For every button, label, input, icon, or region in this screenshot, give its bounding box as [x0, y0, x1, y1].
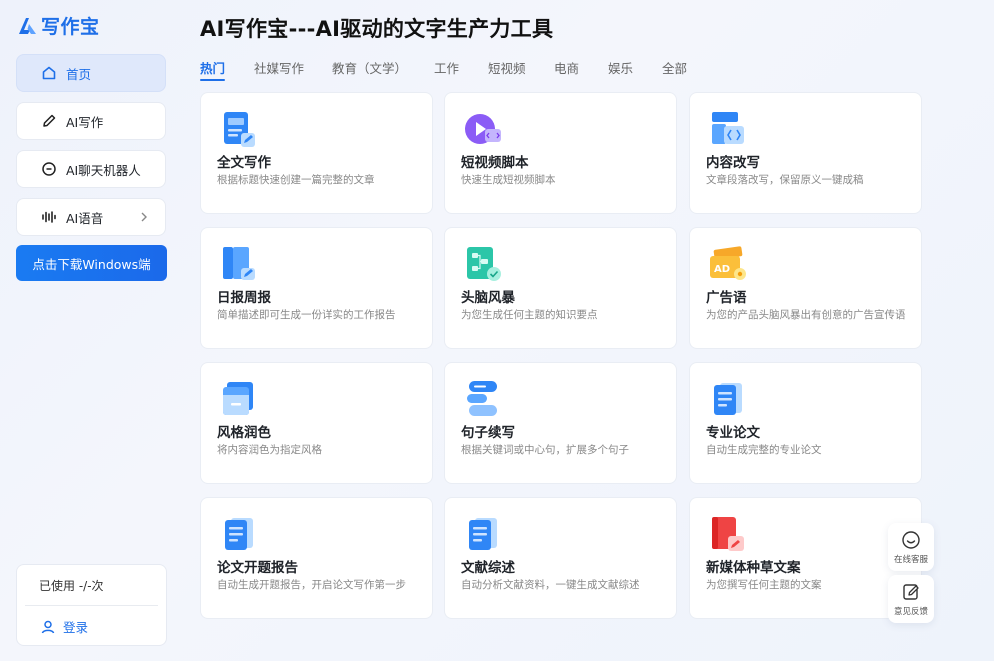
sidebar-item-label: 首页 — [66, 66, 92, 82]
customer-service-icon — [902, 530, 920, 549]
tool-card-daily-weekly-report[interactable]: 日报周报 简单描述即可生成一份详实的工作报告 — [200, 227, 433, 349]
sidebar: 写作宝 首页 AI写作 AI聊天机器人 AI语音 点击下载Windows端 已使… — [0, 0, 184, 661]
card-title: 短视频脚本 — [461, 155, 529, 171]
download-windows-button[interactable]: 点击下载Windows端 — [16, 245, 167, 281]
card-title: 日报周报 — [217, 290, 271, 306]
tool-card-literature-review[interactable]: 文献综述 自动分析文献资料，一键生成文献综述 — [444, 497, 677, 619]
sidebar-item-ai-writing[interactable]: AI写作 — [16, 102, 166, 140]
proposal-document-icon — [225, 518, 253, 550]
card-title: 内容改写 — [706, 155, 760, 171]
sidebar-item-label: AI写作 — [66, 114, 104, 130]
tool-card-full-article[interactable]: 全文写作 根据标题快速创建一篇完整的文章 — [200, 92, 433, 214]
sidebar-item-ai-chatbot[interactable]: AI聊天机器人 — [16, 150, 166, 188]
tab-social-media[interactable]: 社媒写作 — [254, 58, 304, 77]
card-title: 头脑风暴 — [461, 290, 515, 306]
folder-style-icon — [223, 382, 253, 415]
card-title: 广告语 — [706, 290, 747, 306]
feedback-button[interactable]: 意见反馈 — [888, 575, 934, 623]
svg-text:AD: AD — [714, 264, 730, 275]
tab-entertainment[interactable]: 娱乐 — [608, 58, 633, 77]
feedback-label: 意见反馈 — [893, 606, 928, 617]
tool-card-professional-paper[interactable]: 专业论文 自动生成完整的专业论文 — [689, 362, 922, 484]
page-title: AI写作宝---AI驱动的文字生产力工具 — [200, 17, 554, 41]
chat-icon — [41, 161, 57, 177]
sidebar-item-ai-voice[interactable]: AI语音 — [16, 198, 166, 236]
tab-ecommerce[interactable]: 电商 — [554, 58, 579, 77]
report-book-icon — [223, 247, 255, 280]
tool-card-sentence-continue[interactable]: 句子续写 根据关键词或中心句，扩展多个句子 — [444, 362, 677, 484]
card-title: 论文开题报告 — [217, 560, 298, 576]
card-description: 简单描述即可生成一份详实的工作报告 — [217, 309, 396, 321]
card-description: 文章段落改写，保留原义一键成稿 — [706, 174, 864, 186]
text-lines-icon — [467, 381, 497, 416]
card-title: 风格润色 — [217, 425, 271, 441]
card-description: 自动分析文献资料，一键生成文献综述 — [461, 579, 640, 591]
card-title: 句子续写 — [461, 425, 515, 441]
tool-card-brainstorm[interactable]: 头脑风暴 为您生成任何主题的知识要点 — [444, 227, 677, 349]
tab-all[interactable]: 全部 — [662, 58, 687, 77]
feedback-edit-icon — [903, 583, 919, 600]
pencil-icon — [41, 113, 57, 129]
sidebar-item-label: AI聊天机器人 — [66, 162, 141, 178]
user-icon — [41, 620, 55, 633]
card-description: 根据关键词或中心句，扩展多个句子 — [461, 444, 629, 456]
tab-work[interactable]: 工作 — [434, 58, 459, 77]
tab-education[interactable]: 教育（文学） — [332, 58, 407, 77]
online-service-label: 在线客服 — [893, 554, 928, 565]
brand-logo-icon — [19, 17, 36, 34]
card-title: 全文写作 — [217, 155, 271, 171]
ad-tag-icon: AD — [710, 246, 746, 280]
card-description: 为您生成任何主题的知识要点 — [461, 309, 598, 321]
account-panel: 已使用 -/-次 登录 — [16, 564, 167, 646]
divider — [25, 605, 158, 606]
login-label: 登录 — [63, 620, 89, 635]
tool-card-short-video-script[interactable]: 短视频脚本 快速生成短视频脚本 — [444, 92, 677, 214]
code-block-icon — [712, 112, 744, 144]
card-description: 自动生成开题报告，开启论文写作第一步 — [217, 579, 406, 591]
card-description: 根据标题快速创建一篇完整的文章 — [217, 174, 375, 186]
sidebar-item-label: AI语音 — [66, 210, 104, 226]
document-edit-icon — [224, 112, 255, 147]
brand-name: 写作宝 — [41, 16, 100, 38]
audio-wave-icon — [41, 209, 57, 225]
card-description: 自动生成完整的专业论文 — [706, 444, 822, 456]
mind-map-icon — [467, 247, 501, 281]
usage-count: 已使用 -/-次 — [39, 579, 104, 593]
login-button[interactable]: 登录 — [41, 617, 88, 636]
tool-card-slogan[interactable]: AD 广告语 为您的产品头脑风暴出有创意的广告宣传语 — [689, 227, 922, 349]
online-service-button[interactable]: 在线客服 — [888, 523, 934, 571]
tab-hot[interactable]: 热门 — [200, 58, 226, 81]
card-description: 为您撰写任何主题的文案 — [706, 579, 822, 591]
video-play-icon — [465, 114, 501, 144]
card-title: 新媒体种草文案 — [706, 560, 801, 576]
card-description: 将内容润色为指定风格 — [217, 444, 322, 456]
card-title: 文献综述 — [461, 560, 515, 576]
home-icon — [41, 65, 57, 81]
red-book-icon — [712, 517, 744, 551]
logo[interactable]: 写作宝 — [16, 12, 100, 39]
tool-card-thesis-proposal[interactable]: 论文开题报告 自动生成开题报告，开启论文写作第一步 — [200, 497, 433, 619]
card-title: 专业论文 — [706, 425, 760, 441]
tab-short-video[interactable]: 短视频 — [488, 58, 526, 77]
card-description: 为您的产品头脑风暴出有创意的广告宣传语 — [706, 309, 906, 321]
sidebar-item-home[interactable]: 首页 — [16, 54, 166, 92]
tool-card-style-polish[interactable]: 风格润色 将内容润色为指定风格 — [200, 362, 433, 484]
chevron-right-icon — [141, 212, 147, 222]
literature-document-icon — [469, 518, 497, 550]
card-description: 快速生成短视频脚本 — [461, 174, 556, 186]
paper-document-icon — [714, 383, 742, 415]
tool-card-content-rewrite[interactable]: 内容改写 文章段落改写，保留原义一键成稿 — [689, 92, 922, 214]
